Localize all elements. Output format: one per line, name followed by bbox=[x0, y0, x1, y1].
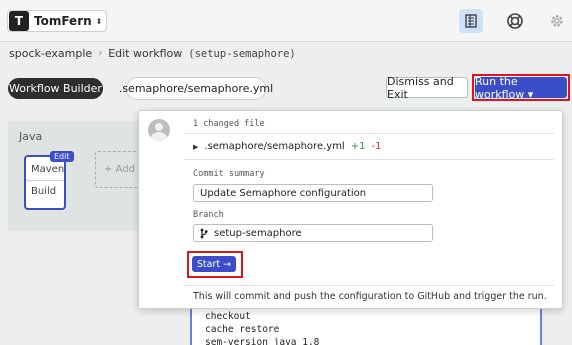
avatar-head bbox=[155, 123, 163, 131]
divider bbox=[184, 133, 554, 134]
org-logo: T bbox=[9, 11, 29, 31]
edit-badge[interactable]: Edit bbox=[50, 151, 74, 162]
changed-files-count: 1 changed file bbox=[193, 119, 265, 129]
git-branch-icon bbox=[200, 228, 208, 239]
commit-note: This will commit and push the configurat… bbox=[193, 291, 547, 302]
expand-triangle-icon[interactable]: ▶ bbox=[193, 143, 198, 151]
code-line: cache restore bbox=[205, 324, 280, 335]
changed-file-name: .semaphore/semaphore.yml bbox=[204, 141, 345, 152]
block-divider bbox=[26, 180, 64, 181]
avatar-body bbox=[151, 132, 167, 141]
branch-name: setup-semaphore bbox=[214, 227, 302, 239]
yaml-file-tab[interactable]: .semaphore/semaphore.yml bbox=[119, 77, 273, 100]
docs-icon[interactable] bbox=[459, 9, 483, 33]
dismiss-and-exit-button[interactable]: Dismiss and Exit bbox=[386, 75, 468, 101]
org-switcher[interactable]: T TomFern ⬍ bbox=[7, 10, 108, 32]
block-title: Java bbox=[19, 130, 43, 143]
deletions-count: -1 bbox=[371, 141, 382, 152]
commit-summary-label: Commit summary bbox=[193, 169, 265, 179]
additions-count: +1 bbox=[350, 141, 366, 152]
branch-input[interactable]: setup-semaphore bbox=[193, 224, 433, 242]
breadcrumb-separator: › bbox=[98, 48, 103, 59]
breadcrumb-branch: (setup-semaphore) bbox=[188, 47, 296, 60]
block-name: Maven bbox=[31, 164, 65, 175]
breadcrumb: spock-example › Edit workflow (setup-sem… bbox=[9, 47, 296, 60]
org-name: TomFern bbox=[34, 14, 92, 28]
code-line: sem-version java 1.8 bbox=[205, 337, 320, 345]
run-workflow-button[interactable]: Run the workflow ▾ bbox=[475, 75, 567, 101]
divider bbox=[184, 159, 554, 160]
divider bbox=[184, 285, 554, 286]
changed-file-row[interactable]: ▶ .semaphore/semaphore.yml +1 -1 bbox=[193, 141, 381, 152]
chevron-updown-icon: ⬍ bbox=[95, 16, 103, 26]
breadcrumb-project-link[interactable]: spock-example bbox=[9, 47, 92, 60]
commit-summary-input[interactable]: Update Semaphore configuration bbox=[193, 184, 433, 202]
help-icon[interactable] bbox=[503, 9, 527, 33]
avatar bbox=[148, 119, 170, 141]
breadcrumb-page: Edit workflow bbox=[108, 47, 183, 60]
top-bar: T TomFern ⬍ bbox=[0, 0, 572, 42]
job-name: Build bbox=[31, 186, 57, 197]
settings-icon[interactable] bbox=[545, 9, 569, 33]
start-button[interactable]: Start → bbox=[192, 256, 236, 272]
workflow-builder-tab[interactable]: Workflow Builder bbox=[8, 78, 103, 99]
code-line: checkout bbox=[205, 311, 251, 322]
code-lines: checkout cache restore sem-version java … bbox=[205, 310, 319, 345]
branch-label: Branch bbox=[193, 210, 224, 220]
